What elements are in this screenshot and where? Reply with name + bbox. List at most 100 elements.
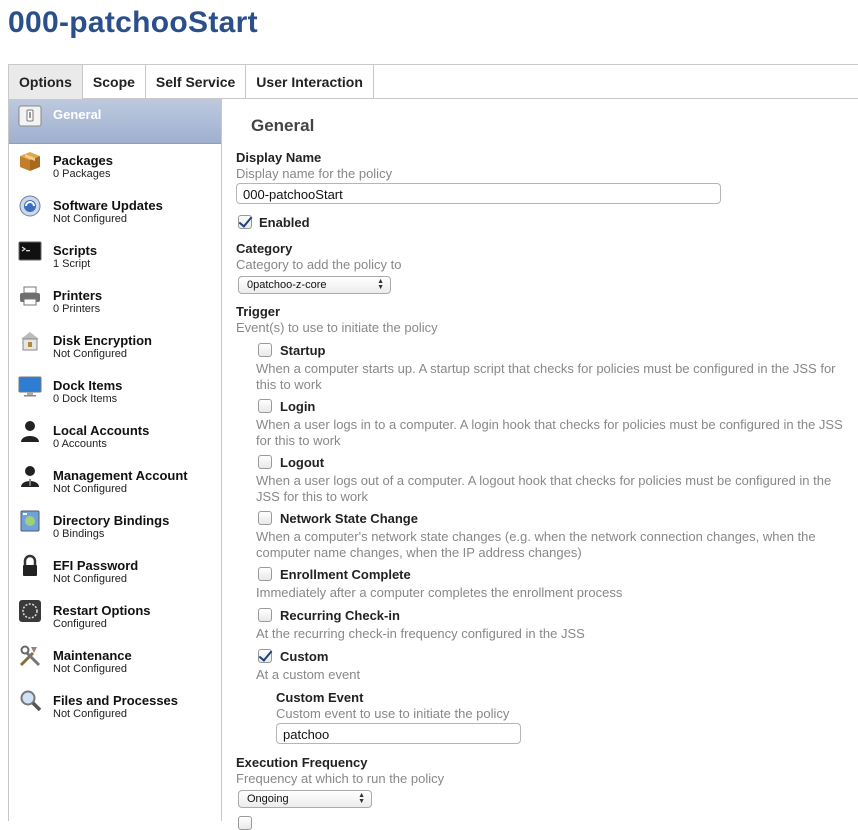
trigger-startup-checkbox[interactable] xyxy=(258,343,272,357)
sidebar-item-disk-encryption[interactable]: Disk Encryption Not Configured xyxy=(9,324,221,369)
trigger-desc: Event(s) to use to initiate the policy xyxy=(236,320,438,335)
execution-frequency-desc: Frequency at which to run the policy xyxy=(236,771,445,786)
custom-event-label: Custom Event xyxy=(276,690,364,705)
trigger-recurring-check-in-checkbox[interactable] xyxy=(258,608,272,622)
sidebar-item-label: Disk Encryption xyxy=(53,333,152,348)
category-label: Category xyxy=(236,241,293,256)
sidebar-item-sub: Not Configured xyxy=(53,483,127,495)
sidebar-item-label: EFI Password xyxy=(53,558,139,573)
sidebar-item-label: Local Accounts xyxy=(53,423,150,438)
sidebar-item-printers[interactable]: Printers 0 Printers xyxy=(9,279,221,324)
monitor-icon xyxy=(18,374,42,398)
sidebar-item-label: Files and Processes xyxy=(53,693,179,708)
sidebar-item-label: Packages xyxy=(53,153,113,168)
sidebar-item-sub: 1 Script xyxy=(53,258,91,270)
trigger-startup-label: Startup xyxy=(280,343,326,358)
directory-icon xyxy=(18,509,42,533)
display-name-input[interactable]: 000-patchooStart xyxy=(236,183,721,204)
admin-user-icon xyxy=(18,464,42,488)
enabled-label: Enabled xyxy=(259,215,310,230)
sidebar-item-sub: 0 Bindings xyxy=(53,528,105,540)
sidebar-item-sub: Configured xyxy=(53,618,107,630)
sidebar-item-sub: 0 Accounts xyxy=(53,438,107,450)
sidebar-item-label: Maintenance xyxy=(53,648,132,663)
user-icon xyxy=(18,419,42,443)
select-arrows-icon: ▲ ▼ xyxy=(358,792,365,805)
tools-icon xyxy=(18,644,42,668)
sidebar-item-label: General xyxy=(53,107,102,122)
category-select-value: 0patchoo-z-core xyxy=(247,279,327,291)
printer-icon xyxy=(18,284,42,308)
trigger-custom-desc: At a custom event xyxy=(256,667,361,682)
sidebar-item-management-account[interactable]: Management Account Not Configured xyxy=(9,459,221,504)
sidebar-item-sub: Not Configured xyxy=(53,663,127,675)
sidebar-item-scripts[interactable]: Scripts 1 Script xyxy=(9,234,221,279)
trigger-logout-label: Logout xyxy=(280,455,325,470)
trigger-login-label: Login xyxy=(280,399,316,414)
tab-user-interaction[interactable]: User Interaction xyxy=(246,65,374,99)
sidebar-item-general[interactable]: General xyxy=(9,99,221,144)
sidebar-item-maintenance[interactable]: Maintenance Not Configured xyxy=(9,639,221,684)
tab-scope[interactable]: Scope xyxy=(83,65,146,99)
sidebar-item-sub: Not Configured xyxy=(53,573,127,585)
custom-event-desc: Custom event to use to initiate the poli… xyxy=(276,706,510,721)
trigger-recurring-check-in-label: Recurring Check-in xyxy=(280,608,400,623)
custom-event-input[interactable]: patchoo xyxy=(276,723,521,744)
partial-checkbox[interactable] xyxy=(238,816,252,830)
sidebar-item-sub: 0 Printers xyxy=(53,303,101,315)
trigger-login-checkbox[interactable] xyxy=(258,399,272,413)
trigger-custom-checkbox[interactable] xyxy=(258,649,272,663)
trigger-recurring-check-in-desc: At the recurring check-in frequency conf… xyxy=(256,626,585,641)
sidebar-item-packages[interactable]: Packages 0 Packages xyxy=(9,144,221,189)
sidebar-item-label: Dock Items xyxy=(53,378,123,393)
trigger-network-state-change-checkbox[interactable] xyxy=(258,511,272,525)
sidebar: General Packages 0 Packages Software Upd… xyxy=(8,99,222,821)
category-desc: Category to add the policy to xyxy=(236,257,402,272)
trigger-label: Trigger xyxy=(236,304,281,319)
display-name-desc: Display name for the policy xyxy=(236,166,393,181)
sidebar-item-restart-options[interactable]: Restart Options Configured xyxy=(9,594,221,639)
sidebar-item-sub: Not Configured xyxy=(53,708,127,720)
sidebar-item-sub: Not Configured xyxy=(53,213,127,225)
sidebar-item-label: Scripts xyxy=(53,243,98,258)
package-icon xyxy=(18,149,42,173)
sidebar-item-files-and-processes[interactable]: Files and Processes Not Configured xyxy=(9,684,221,729)
trigger-custom-label: Custom xyxy=(280,649,329,664)
sidebar-item-label: Software Updates xyxy=(53,198,163,213)
page-title: 000-patchooStart xyxy=(8,6,258,39)
trigger-network-state-change-desc: When a computer's network state changes … xyxy=(256,529,816,560)
trigger-startup-desc: When a computer starts up. A startup scr… xyxy=(256,361,836,392)
lock-icon xyxy=(18,554,42,578)
sidebar-item-sub: Not Configured xyxy=(53,348,127,360)
disk-encryption-icon xyxy=(18,329,42,353)
trigger-logout-desc: When a user logs out of a computer. A lo… xyxy=(256,473,832,504)
sidebar-item-label: Restart Options xyxy=(53,603,151,618)
tab-options[interactable]: Options xyxy=(9,65,83,99)
trigger-login-desc: When a user logs in to a computer. A log… xyxy=(256,417,843,448)
sidebar-item-sub: 0 Packages xyxy=(53,168,111,180)
sidebar-item-directory-bindings[interactable]: Directory Bindings 0 Bindings xyxy=(9,504,221,549)
magnifier-icon xyxy=(18,689,42,713)
trigger-enrollment-complete-label: Enrollment Complete xyxy=(280,567,411,582)
sidebar-item-software-updates[interactable]: Software Updates Not Configured xyxy=(9,189,221,234)
sidebar-item-efi-password[interactable]: EFI Password Not Configured xyxy=(9,549,221,594)
sidebar-item-dock-items[interactable]: Dock Items 0 Dock Items xyxy=(9,369,221,414)
enabled-checkbox[interactable] xyxy=(238,215,252,229)
trigger-enrollment-complete-desc: Immediately after a computer completes t… xyxy=(256,585,623,600)
category-select[interactable]: 0patchoo-z-core ▲ ▼ xyxy=(238,276,391,294)
sidebar-item-label: Management Account xyxy=(53,468,188,483)
sidebar-item-label: Directory Bindings xyxy=(53,513,170,528)
sidebar-item-label: Printers xyxy=(53,288,103,303)
tab-self-service[interactable]: Self Service xyxy=(146,65,247,99)
execution-frequency-label: Execution Frequency xyxy=(236,755,368,770)
section-title: General xyxy=(251,116,315,135)
execution-frequency-select[interactable]: Ongoing ▲ ▼ xyxy=(238,790,372,808)
trigger-logout-checkbox[interactable] xyxy=(258,455,272,469)
sidebar-item-sub: 0 Dock Items xyxy=(53,393,118,405)
trigger-network-state-change-label: Network State Change xyxy=(280,511,418,526)
sidebar-item-local-accounts[interactable]: Local Accounts 0 Accounts xyxy=(9,414,221,459)
trigger-enrollment-complete-checkbox[interactable] xyxy=(258,567,272,581)
select-arrows-icon: ▲ ▼ xyxy=(377,278,384,291)
software-update-icon xyxy=(18,194,42,218)
tab-bar: Options Scope Self Service User Interact… xyxy=(8,64,858,99)
